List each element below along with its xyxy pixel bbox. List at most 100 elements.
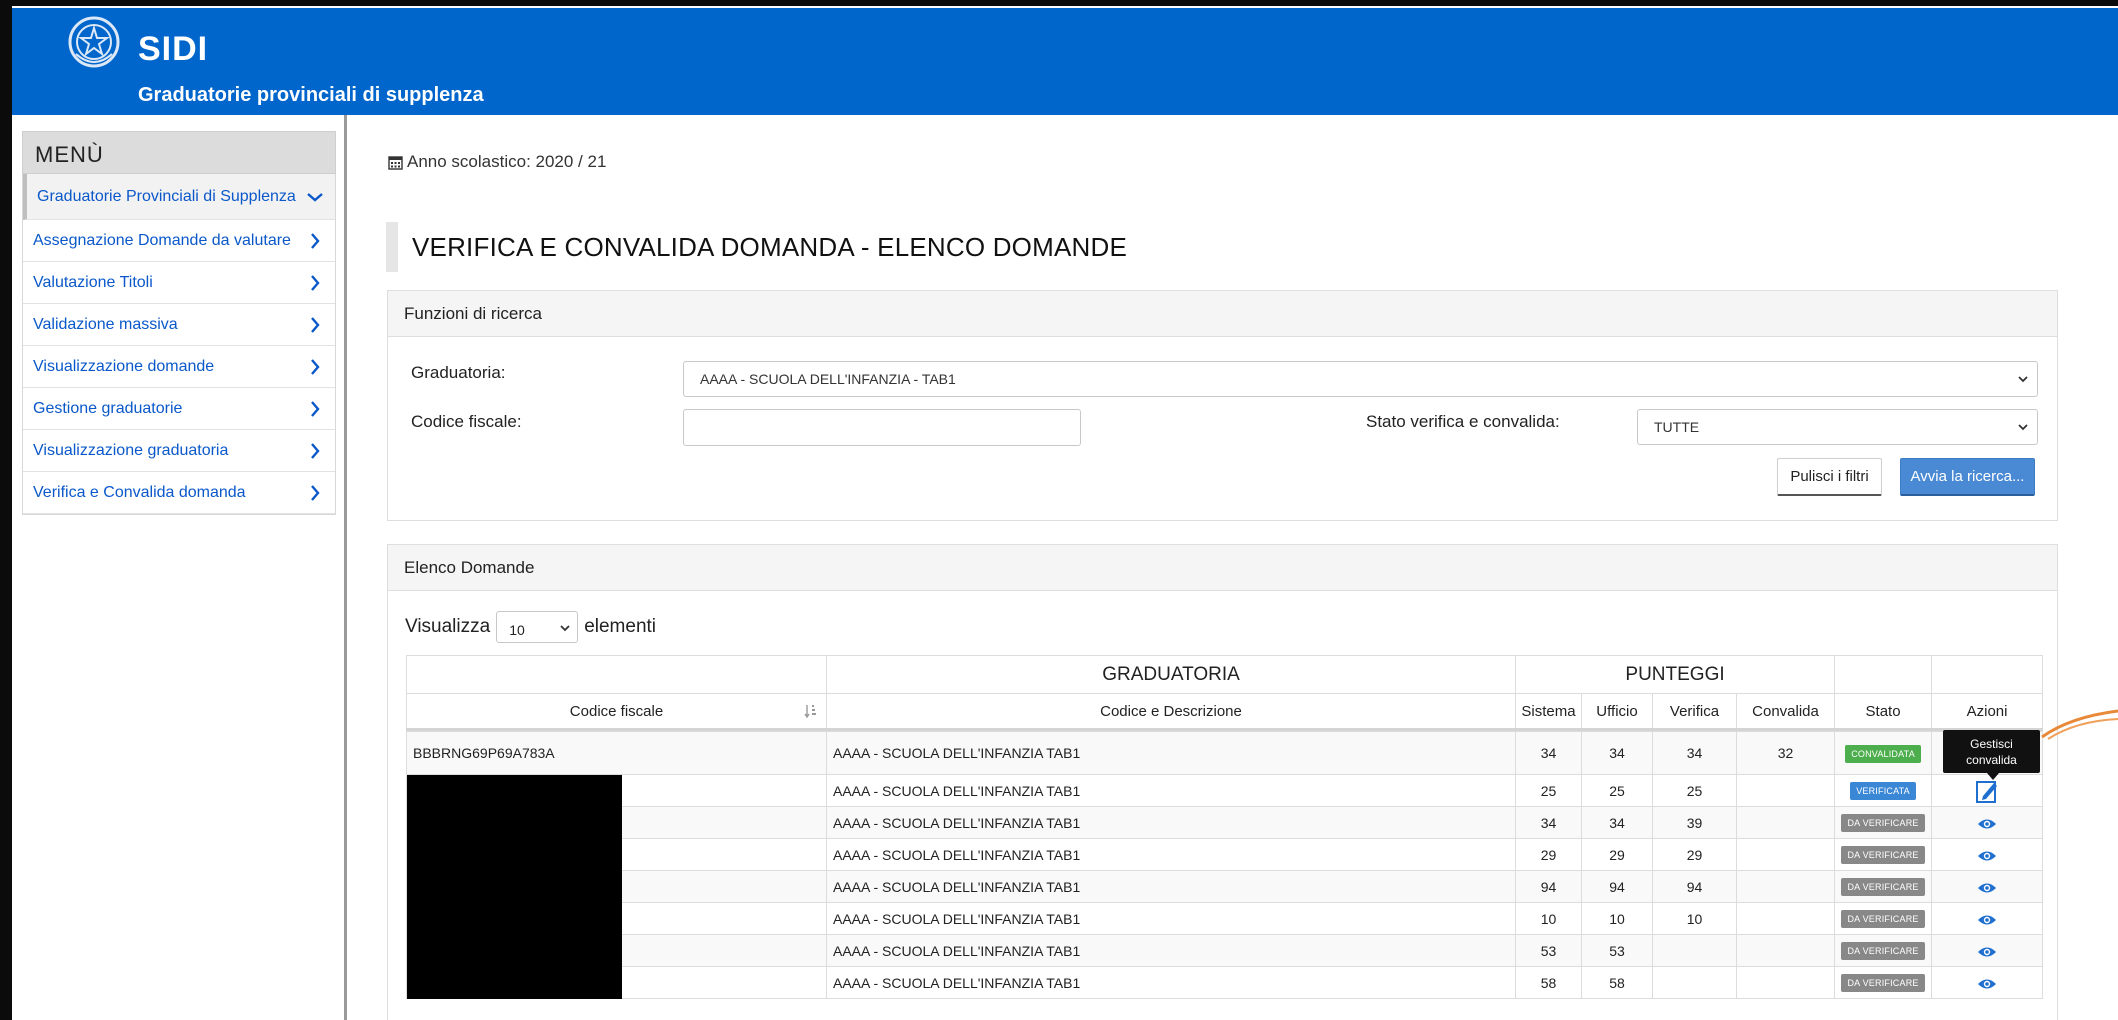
sidebar-item[interactable]: Visualizzazione graduatoria [23, 430, 335, 472]
eye-icon[interactable] [1977, 913, 1997, 927]
table-column-header: Codice fiscale Codice e Descrizione Sist… [406, 693, 2044, 730]
empty-group-header [406, 655, 827, 694]
cell-codice-fiscale [406, 806, 827, 839]
sidebar-item-label: Verifica e Convalida domanda [33, 483, 246, 501]
cell-convalida [1735, 902, 1836, 935]
cell-verifica [1652, 934, 1737, 967]
cell-sistema: 29 [1515, 838, 1582, 871]
status-badge: DA VERIFICARE [1841, 878, 1925, 896]
cell-stato: DA VERIFICARE [1834, 806, 1933, 839]
cell-azioni [1931, 966, 2044, 999]
menu-title: MENÙ [22, 131, 336, 174]
table-row: BBBRNG69P69A783A AAAA - SCUOLA DELL'INFAN… [406, 731, 2044, 775]
sidebar-item[interactable]: Gestione graduatorie [23, 388, 335, 430]
chevron-down-icon [2018, 376, 2028, 383]
cell-ufficio: 10 [1581, 902, 1653, 935]
cell-ufficio: 34 [1581, 806, 1653, 839]
tooltip-line-1: Gestisci [1970, 737, 2013, 751]
cell-ufficio: 29 [1581, 838, 1653, 871]
group-header-punteggi: PUNTEGGI [1514, 655, 1836, 694]
cell-ufficio: 94 [1581, 870, 1653, 903]
cell-sistema: 34 [1515, 806, 1582, 839]
sidebar-item-label: Graduatorie Provinciali di Supplenza [37, 187, 296, 205]
menu-list: Graduatorie Provinciali di Supplenza Asse… [22, 174, 336, 515]
column-header-ufficio[interactable]: Ufficio [1581, 693, 1653, 730]
action-tooltip: Gestisci convalida [1943, 730, 2040, 780]
republic-emblem-icon [68, 16, 120, 68]
status-badge: DA VERIFICARE [1841, 910, 1925, 928]
school-year: Anno scolastico: 2020 / 21 [388, 152, 606, 172]
eye-icon[interactable] [1977, 945, 1997, 959]
sidebar-item-label: Visualizzazione domande [33, 357, 215, 375]
app-subtitle: Graduatorie provinciali di supplenza [138, 84, 484, 106]
clear-filters-button[interactable]: Pulisci i filtri [1777, 458, 1882, 496]
cell-ufficio: 58 [1581, 966, 1653, 999]
cell-verifica: 39 [1652, 806, 1737, 839]
sort-icon[interactable] [804, 703, 818, 719]
eye-icon[interactable] [1977, 849, 1997, 863]
cell-sistema: 58 [1515, 966, 1582, 999]
chevron-right-icon [311, 400, 320, 417]
sidebar-item[interactable]: Graduatorie Provinciali di Supplenza [23, 174, 335, 220]
redaction-block [407, 839, 622, 871]
sidebar-item-label: Visualizzazione graduatoria [33, 441, 229, 459]
search-panel: Funzioni di ricerca Graduatoria: AAAA - … [387, 290, 2058, 521]
edit-icon[interactable] [1975, 778, 1999, 804]
redaction-block [407, 775, 622, 807]
table-group-header: GRADUATORIA PUNTEGGI [406, 655, 2044, 694]
cell-azioni [1931, 838, 2044, 871]
table-row: AAAA - SCUOLA DELL'INFANZIA TAB1 10 10 10 DA… [406, 902, 2044, 935]
sidebar-item[interactable]: Assegnazione Domande da valutare [23, 220, 335, 262]
cell-codice-fiscale [406, 902, 827, 935]
graduatoria-select[interactable]: AAAA - SCUOLA DELL'INFANZIA - TAB1 [683, 361, 2038, 397]
cell-convalida: 32 [1735, 731, 1836, 775]
cell-ufficio: 34 [1581, 731, 1653, 775]
cell-convalida [1735, 838, 1836, 871]
cell-verifica: 94 [1652, 870, 1737, 903]
cell-convalida [1735, 774, 1836, 807]
column-header-descrizione[interactable]: Codice e Descrizione [826, 693, 1516, 730]
table-row: AAAA - SCUOLA DELL'INFANZIA TAB1 58 58 DA V… [406, 966, 2044, 999]
cell-verifica: 29 [1652, 838, 1737, 871]
cell-verifica: 25 [1652, 774, 1737, 807]
page-length-select[interactable]: 10 [496, 611, 579, 643]
chevron-right-icon [311, 232, 320, 249]
eye-icon[interactable] [1977, 977, 1997, 991]
eye-icon[interactable] [1977, 817, 1997, 831]
cell-codice-fiscale [406, 838, 827, 871]
column-header-convalida[interactable]: Convalida [1735, 693, 1836, 730]
table-row: AAAA - SCUOLA DELL'INFANZIA TAB1 53 53 DA V… [406, 934, 2044, 967]
search-button[interactable]: Avvia la ricerca... [1900, 458, 2035, 496]
cell-descrizione: AAAA - SCUOLA DELL'INFANZIA TAB1 [826, 806, 1516, 839]
chevron-right-icon [311, 316, 320, 333]
sidebar-divider[interactable] [344, 115, 347, 1020]
sidebar-item[interactable]: Verifica e Convalida domanda [23, 472, 335, 514]
column-header-verifica[interactable]: Verifica [1652, 693, 1737, 730]
cell-azioni [1931, 870, 2044, 903]
results-table-body: BBBRNG69P69A783A AAAA - SCUOLA DELL'INFAN… [406, 731, 2044, 999]
chevron-right-icon [311, 484, 320, 501]
search-panel-title: Funzioni di ricerca [388, 291, 2057, 337]
cell-descrizione: AAAA - SCUOLA DELL'INFANZIA TAB1 [826, 870, 1516, 903]
eye-icon[interactable] [1977, 881, 1997, 895]
results-panel-title: Elenco Domande [388, 545, 2057, 591]
stato-select[interactable]: TUTTE [1637, 409, 2038, 445]
sidebar-item[interactable]: Visualizzazione domande [23, 346, 335, 388]
sidebar-menu: MENÙ Graduatorie Provinciali di Supplenz… [22, 131, 336, 515]
table-row: AAAA - SCUOLA DELL'INFANZIA TAB1 29 29 29 DA… [406, 838, 2044, 871]
column-header-sistema[interactable]: Sistema [1515, 693, 1582, 730]
cell-stato: DA VERIFICARE [1834, 902, 1933, 935]
codice-fiscale-input[interactable] [683, 409, 1081, 446]
chevron-down-icon [560, 625, 570, 632]
empty-group-header [1834, 655, 1933, 694]
sidebar-item[interactable]: Valutazione Titoli [23, 262, 335, 304]
cell-codice-fiscale [406, 934, 827, 967]
sidebar-item[interactable]: Validazione massiva [23, 304, 335, 346]
cell-sistema: 10 [1515, 902, 1582, 935]
column-header-stato[interactable]: Stato [1834, 693, 1933, 730]
stato-select-value: TUTTE [1654, 419, 1700, 435]
column-header-codice-fiscale[interactable]: Codice fiscale [406, 693, 827, 730]
cell-codice-fiscale [406, 966, 827, 999]
cell-descrizione: AAAA - SCUOLA DELL'INFANZIA TAB1 [826, 838, 1516, 871]
status-badge: DA VERIFICARE [1841, 942, 1925, 960]
